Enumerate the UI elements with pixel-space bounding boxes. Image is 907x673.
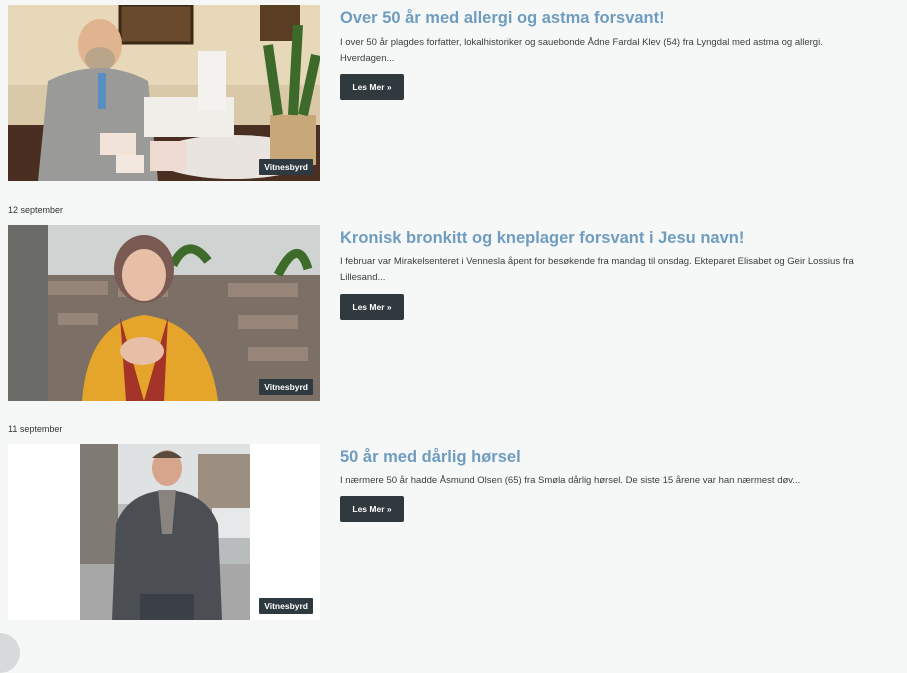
woman-smiling-photo [8,225,320,401]
article-thumbnail[interactable]: Vitnesbyrd [8,444,320,620]
article-date: 12 september [8,205,64,215]
article-card: Vitnesbyrd Kronisk bronkitt og kneplager… [8,225,898,401]
man-with-inhaler-photo [8,5,320,181]
article-title[interactable]: 50 år med dårlig hørsel [340,448,521,467]
read-more-button[interactable]: Les Mer » [340,74,404,100]
article-date: 11 september [8,424,63,434]
category-badge[interactable]: Vitnesbyrd [259,159,313,175]
article-thumbnail[interactable]: Vitnesbyrd [8,225,320,401]
article-title[interactable]: Over 50 år med allergi og astma forsvant… [340,9,665,28]
man-on-street-photo [8,444,320,620]
category-badge[interactable]: Vitnesbyrd [259,598,313,614]
read-more-button[interactable]: Les Mer » [340,496,404,522]
article-excerpt: I februar var Mirakelsenteret i Vennesla… [340,256,854,283]
article-excerpt: I over 50 år plagdes forfatter, lokalhis… [340,37,823,64]
article-excerpt: I nærmere 50 år hadde Åsmund Olsen (65) … [340,475,801,486]
corner-decoration [0,633,20,673]
article-title[interactable]: Kronisk bronkitt og kneplager forsvant i… [340,229,744,248]
article-thumbnail[interactable]: Vitnesbyrd [8,5,320,181]
article-card: Vitnesbyrd 50 år med dårlig hørsel I nær… [8,444,898,620]
article-card: Vitnesbyrd Over 50 år med allergi og ast… [8,5,898,181]
read-more-button[interactable]: Les Mer » [340,294,404,320]
category-badge[interactable]: Vitnesbyrd [259,379,313,395]
